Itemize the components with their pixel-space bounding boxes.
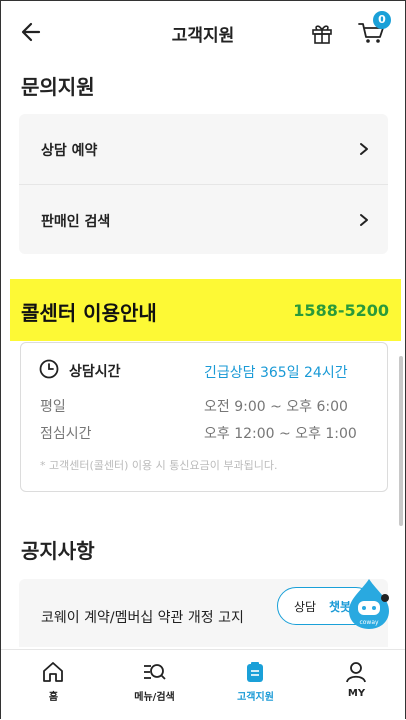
call-center-banner: 콜센터 이용안내 1588-5200 bbox=[10, 279, 401, 341]
emergency-consult-text: 긴급상담 365일 24시간 bbox=[204, 365, 348, 381]
cart-count-badge: 0 bbox=[373, 11, 391, 29]
lunch-label: 점심시간 bbox=[40, 426, 92, 442]
user-icon bbox=[346, 662, 366, 683]
notice-section-title: 공지사항 bbox=[21, 539, 95, 563]
coway-brand-text: coway bbox=[359, 619, 379, 626]
main-content: 문의지원 상담 예약 판매인 검색 콜센터 이용안내 1588-5200 상담시… bbox=[1, 63, 405, 647]
chevron-right-icon bbox=[360, 143, 368, 155]
tab-label: 메뉴/검색 bbox=[134, 692, 175, 703]
chevron-right-icon bbox=[360, 214, 368, 226]
tab-label: 홈 bbox=[48, 692, 59, 703]
weekday-label: 평일 bbox=[40, 399, 66, 415]
menu-item-label: 상담 예약 bbox=[41, 143, 98, 159]
consult-hours-card: 상담시간 긴급상담 365일 24시간 평일 오전 9:00 ~ 오후 6:00… bbox=[20, 342, 388, 492]
coway-chatbot-mascot-icon[interactable]: coway bbox=[347, 577, 391, 631]
inquiry-section-title: 문의지원 bbox=[21, 75, 95, 99]
tab-home[interactable]: 홈 bbox=[3, 650, 104, 720]
chatbot-label-prefix: 상담 bbox=[294, 600, 317, 614]
clock-icon bbox=[39, 359, 59, 379]
inquiry-menu: 상담 예약 판매인 검색 bbox=[19, 114, 388, 254]
tab-label: MY bbox=[347, 688, 366, 699]
menu-item-consult-reservation[interactable]: 상담 예약 bbox=[19, 114, 388, 183]
menu-item-seller-search[interactable]: 판매인 검색 bbox=[19, 185, 388, 254]
tab-my[interactable]: MY bbox=[306, 650, 406, 720]
page-title: 고객지원 bbox=[171, 26, 235, 46]
scrollbar[interactable] bbox=[399, 356, 403, 526]
tab-label: 고객지원 bbox=[237, 692, 274, 703]
fee-notice: * 고객센터(콜센터) 이용 시 통신요금이 부과됩니다. bbox=[40, 459, 278, 472]
support-icon bbox=[247, 662, 263, 682]
lunch-hours: 오후 12:00 ~ 오후 1:00 bbox=[204, 426, 357, 442]
call-center-label: 콜센터 이용안내 bbox=[21, 301, 157, 325]
chatbot-status-dot bbox=[381, 594, 389, 602]
tab-support[interactable]: 고객지원 bbox=[205, 650, 306, 720]
weekday-hours: 오전 9:00 ~ 오후 6:00 bbox=[204, 399, 348, 415]
consult-hours-title: 상담시간 bbox=[69, 364, 121, 380]
call-center-phone-link[interactable]: 1588-5200 bbox=[293, 301, 389, 320]
tab-menu-search[interactable]: 메뉴/검색 bbox=[104, 650, 205, 720]
menu-search-icon bbox=[144, 664, 166, 680]
bottom-tab-bar: 홈 메뉴/검색 고객지원 MY bbox=[1, 649, 405, 720]
menu-item-label: 판매인 검색 bbox=[41, 214, 111, 230]
top-app-bar: 고객지원 0 bbox=[1, 1, 405, 63]
gift-icon[interactable] bbox=[310, 21, 334, 45]
notice-item-label: 코웨이 계약/멤버십 약관 개정 고지 bbox=[41, 610, 244, 626]
home-icon bbox=[43, 662, 63, 682]
